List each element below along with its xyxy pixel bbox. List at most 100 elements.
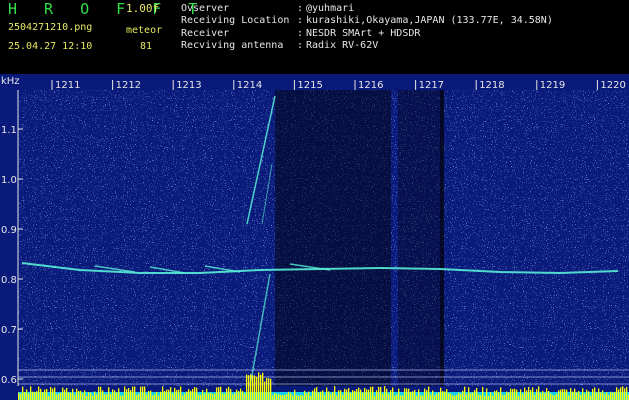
level-bar <box>482 386 484 400</box>
level-bar <box>454 395 456 400</box>
level-bar <box>238 391 240 400</box>
file-name: 2504271210.png <box>8 22 93 33</box>
level-bar <box>564 389 566 400</box>
level-bar <box>430 394 432 400</box>
level-bar <box>196 387 198 400</box>
level-bar <box>170 387 172 400</box>
level-bar <box>478 394 480 400</box>
level-bar <box>292 395 294 400</box>
level-bar <box>202 389 204 400</box>
level-bar <box>282 395 284 400</box>
level-bar <box>116 392 118 400</box>
level-bar <box>480 395 482 400</box>
level-bar <box>614 391 616 400</box>
level-bar <box>578 391 580 400</box>
level-bar <box>232 394 234 400</box>
level-bar <box>334 386 336 400</box>
info-row-observer: Ovserver: @yuhmari <box>181 3 355 14</box>
level-bar <box>346 389 348 400</box>
level-bar <box>130 390 132 400</box>
level-bar <box>520 389 522 400</box>
level-bar <box>510 388 512 400</box>
level-bar <box>524 387 526 400</box>
level-bar <box>418 389 420 400</box>
level-bar <box>216 387 218 400</box>
level-bar <box>406 388 408 400</box>
station-info: Ovserver: @yuhmari Receiving Location: kur… <box>181 3 553 52</box>
info-row-location: Receiving Location: kurashiki,Okayama,JAP… <box>181 15 553 27</box>
x-tick-label: 1217 <box>419 80 444 91</box>
level-bar <box>184 393 186 400</box>
level-bar <box>206 388 208 400</box>
x-tick-label: 1211 <box>55 80 80 91</box>
level-bar <box>616 387 618 400</box>
level-bar <box>348 387 350 400</box>
y-tick-label: 0.6 <box>1 375 17 386</box>
level-bar <box>222 393 224 400</box>
axis-unit: kHz <box>1 76 20 87</box>
level-bar <box>204 393 206 400</box>
level-bar <box>446 389 448 400</box>
level-bar <box>356 389 358 400</box>
level-bar <box>426 389 428 400</box>
level-bar <box>160 391 162 400</box>
level-bar <box>246 374 248 400</box>
level-bar <box>36 391 38 400</box>
level-bar <box>234 393 236 400</box>
level-bar <box>230 389 232 400</box>
level-bar <box>94 391 96 400</box>
level-bar <box>400 395 402 400</box>
level-bar <box>518 395 520 400</box>
spectrogram-plot: kHz 1.1 1.0 0.9 0.8 0.7 0.6 1211 1212 1213 1214 1… <box>0 74 629 400</box>
level-bar <box>326 387 328 400</box>
level-bar <box>612 392 614 400</box>
level-bar <box>288 391 290 400</box>
level-bar <box>308 391 310 400</box>
level-bar <box>404 388 406 400</box>
level-bar <box>56 394 58 400</box>
level-bar <box>476 387 478 400</box>
level-bar <box>324 395 326 400</box>
level-bar <box>316 387 318 400</box>
level-bar <box>192 388 194 400</box>
level-bar <box>148 391 150 400</box>
level-bar <box>152 395 154 400</box>
x-tick-label: 1215 <box>297 80 322 91</box>
level-bar <box>580 394 582 400</box>
level-bar <box>474 390 476 400</box>
level-bar <box>434 395 436 400</box>
level-bar <box>590 395 592 400</box>
level-bar <box>372 386 374 400</box>
level-bar <box>552 395 554 400</box>
level-bar <box>584 393 586 400</box>
level-bar <box>156 391 158 400</box>
level-bar <box>570 388 572 400</box>
level-bar <box>318 392 320 400</box>
level-bar <box>70 392 72 400</box>
level-bar <box>256 376 258 400</box>
level-bar <box>258 372 260 400</box>
level-bar <box>214 393 216 400</box>
level-bar <box>262 372 264 400</box>
level-bar <box>226 388 228 400</box>
level-bar <box>320 391 322 400</box>
level-bar <box>550 393 552 400</box>
level-bar <box>84 390 86 400</box>
level-bar <box>448 393 450 400</box>
level-bar <box>66 387 68 400</box>
level-bar <box>208 393 210 400</box>
level-bar <box>626 386 628 400</box>
level-bar <box>138 393 140 400</box>
level-bar <box>362 392 364 400</box>
level-bar <box>504 394 506 400</box>
level-bar <box>412 391 414 400</box>
level-bar <box>540 393 542 400</box>
level-bar <box>530 389 532 400</box>
level-bar <box>532 387 534 400</box>
level-bar <box>236 389 238 400</box>
level-bar <box>470 393 472 400</box>
level-bar <box>98 386 100 400</box>
level-bar <box>190 390 192 400</box>
level-bar <box>526 390 528 400</box>
level-bar <box>364 387 366 400</box>
